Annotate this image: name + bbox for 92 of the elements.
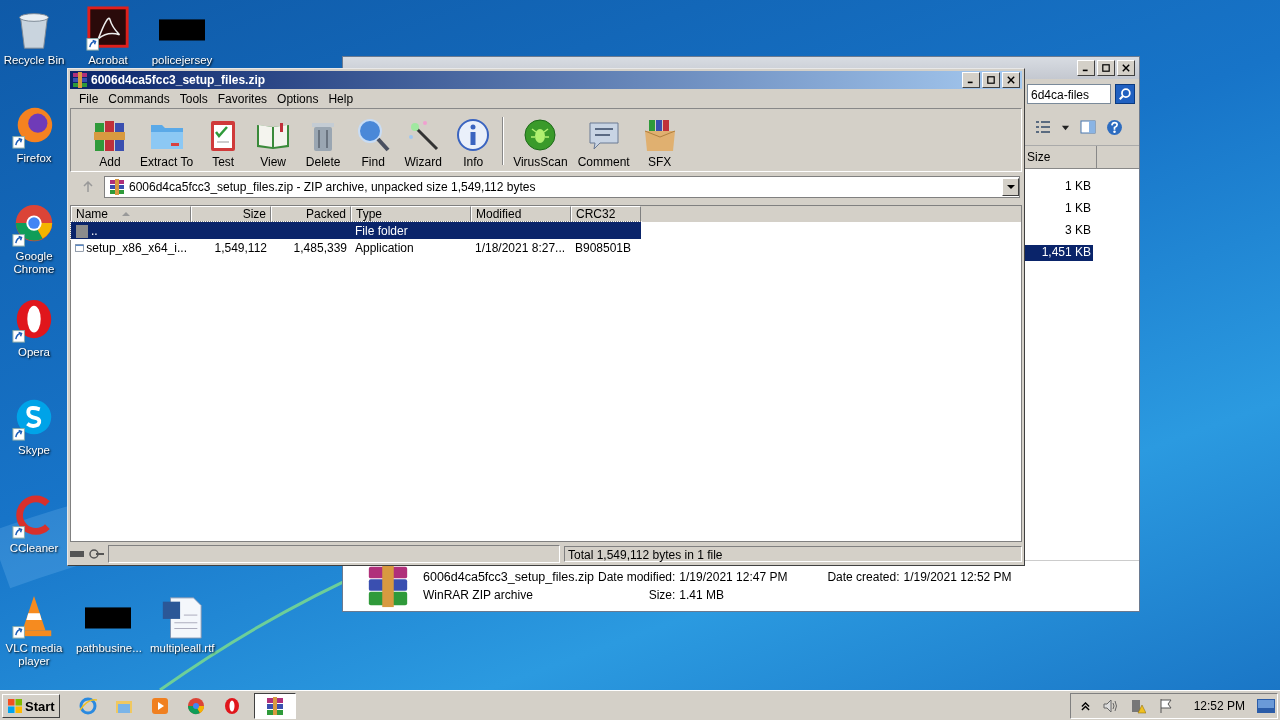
file-name: 6006d4ca5fcc3_setup_files.zip xyxy=(423,570,594,584)
desktop-icon-label[interactable]: Firefox xyxy=(16,152,52,165)
field-label: Date modified: xyxy=(597,570,676,584)
desktop-icon-label[interactable]: Recycle Bin xyxy=(3,54,65,67)
size-cell[interactable]: 1 KB xyxy=(1025,179,1093,195)
sort-arrow-icon xyxy=(122,211,130,217)
media-player-icon xyxy=(149,696,170,716)
windows-logo-icon xyxy=(7,698,23,714)
minimize-button[interactable] xyxy=(962,72,980,88)
archive-icon xyxy=(109,179,125,195)
winrar-icon xyxy=(264,696,285,716)
table-cell: Application xyxy=(355,240,414,255)
maximize-button[interactable] xyxy=(982,72,1000,88)
close-button[interactable] xyxy=(1117,60,1135,76)
toolbar-button[interactable]: Find xyxy=(348,117,399,169)
caret-icon xyxy=(1006,183,1015,191)
desktop-icon-label[interactable]: multipleall.rtf xyxy=(150,642,214,655)
search-button[interactable] xyxy=(1115,84,1135,104)
size-cell[interactable]: 3 KB xyxy=(1025,223,1093,239)
toolbar-button[interactable]: Info xyxy=(448,117,499,169)
chevron-up-icon[interactable] xyxy=(1080,701,1090,711)
close-icon xyxy=(1122,64,1130,72)
table-cell: .. xyxy=(91,223,98,238)
path-text: 6006d4ca5fcc3_setup_files.zip - ZIP archive, unpacked size 1,549,112 bytes xyxy=(129,180,537,194)
table-cell: 1/18/2021 8:27... xyxy=(475,240,566,255)
internet-explorer-icon xyxy=(77,696,98,716)
toolbar-button[interactable]: VirusScan xyxy=(508,117,573,169)
view-options-icon[interactable] xyxy=(1035,119,1051,135)
toolbar-button[interactable]: Comment xyxy=(572,117,635,169)
flag-icon[interactable] xyxy=(1157,698,1174,714)
desktop-icon-label[interactable]: pathbusine... xyxy=(76,642,140,655)
table-cell: 1,549,112 xyxy=(214,240,267,255)
toolbar-button[interactable]: Wizard xyxy=(398,117,449,169)
file-row[interactable]: setup_x86_x64_i... 1,549,112 1,485,339 Application 1/18/2021 8:27... B908501B xyxy=(71,239,641,256)
table-cell: 1,485,339 xyxy=(293,240,347,255)
table-cell: B908501B xyxy=(575,240,632,255)
preview-pane-icon[interactable] xyxy=(1080,119,1096,135)
size-cell[interactable]: 1,451 KB xyxy=(1025,245,1093,261)
clock[interactable]: 12:52 PM xyxy=(1193,699,1245,713)
desktop-icon-label[interactable]: VLC media player xyxy=(2,642,66,668)
desktop-icon-label[interactable]: Skype xyxy=(18,444,50,457)
file-type: WinRAR ZIP archive xyxy=(423,588,534,602)
winrar-icon xyxy=(72,72,88,88)
desktop-icon-label[interactable]: Opera xyxy=(18,346,50,359)
bug-icon xyxy=(522,117,559,153)
toolbar-button[interactable]: SFX xyxy=(634,117,685,169)
menu-item[interactable]: Tools xyxy=(174,91,213,106)
search-field[interactable]: 6d4ca-files xyxy=(1027,84,1111,104)
folder-icon xyxy=(75,223,89,238)
drive-icon xyxy=(70,549,104,559)
desktop-icon-label[interactable]: Google Chrome xyxy=(2,250,66,276)
desktop-icon-label[interactable]: CCleaner xyxy=(9,542,59,555)
field-label: Size: xyxy=(647,588,676,602)
field-label: Date created: xyxy=(827,570,900,584)
maximize-button[interactable] xyxy=(1097,60,1115,76)
menu-item[interactable]: Commands xyxy=(103,91,175,106)
toolbar-button[interactable]: Test xyxy=(198,117,249,169)
start-button[interactable]: Start xyxy=(2,694,60,718)
menu-item[interactable]: Favorites xyxy=(212,91,273,106)
desktop-icon-label[interactable]: policejersey xyxy=(151,54,213,67)
search-icon xyxy=(355,117,392,153)
toolbar-button[interactable]: View xyxy=(248,117,299,169)
field-value: 1.41 MB xyxy=(679,588,726,602)
status-text: Total 1,549,112 bytes in 1 file xyxy=(564,546,1022,562)
field-value: 1/19/2021 12:47 PM xyxy=(679,570,788,584)
network-warning-icon[interactable] xyxy=(1129,698,1146,714)
table-cell: setup_x86_x64_i... xyxy=(86,240,187,255)
maximize-icon xyxy=(987,76,995,84)
dropdown-button[interactable] xyxy=(1002,178,1019,196)
close-icon xyxy=(1007,76,1015,84)
taskbar-button[interactable] xyxy=(253,693,296,719)
desktop-icon-label[interactable]: Acrobat xyxy=(88,54,128,67)
menu-item[interactable]: File xyxy=(74,91,104,106)
maximize-icon xyxy=(1102,64,1110,72)
minimize-button[interactable] xyxy=(1077,60,1095,76)
toolbar-button[interactable]: Add xyxy=(85,117,135,169)
speaker-icon[interactable] xyxy=(1101,698,1118,714)
menu-item[interactable]: Options xyxy=(272,91,324,106)
acrobat-icon[interactable] xyxy=(85,6,131,52)
table-cell: File folder xyxy=(355,223,408,238)
toolbar-button[interactable]: Delete xyxy=(298,117,349,169)
info-icon xyxy=(455,117,492,153)
menu-item[interactable]: Help xyxy=(323,91,359,106)
window-title: 6006d4ca5fcc3_setup_files.zip xyxy=(91,73,266,87)
file-row[interactable]: .. File folder xyxy=(71,222,641,239)
close-button[interactable] xyxy=(1002,72,1020,88)
size-cell[interactable]: 1 KB xyxy=(1025,201,1093,217)
chrome-icon xyxy=(185,696,206,716)
toolbar-button[interactable]: Extract To xyxy=(135,117,199,169)
path-field[interactable]: 6006d4ca5fcc3_setup_files.zip - ZIP archive, unpacked size 1,549,112 bytes xyxy=(104,176,1020,198)
help-icon[interactable] xyxy=(1106,118,1123,136)
field-value: 1/19/2021 12:52 PM xyxy=(903,570,1012,584)
